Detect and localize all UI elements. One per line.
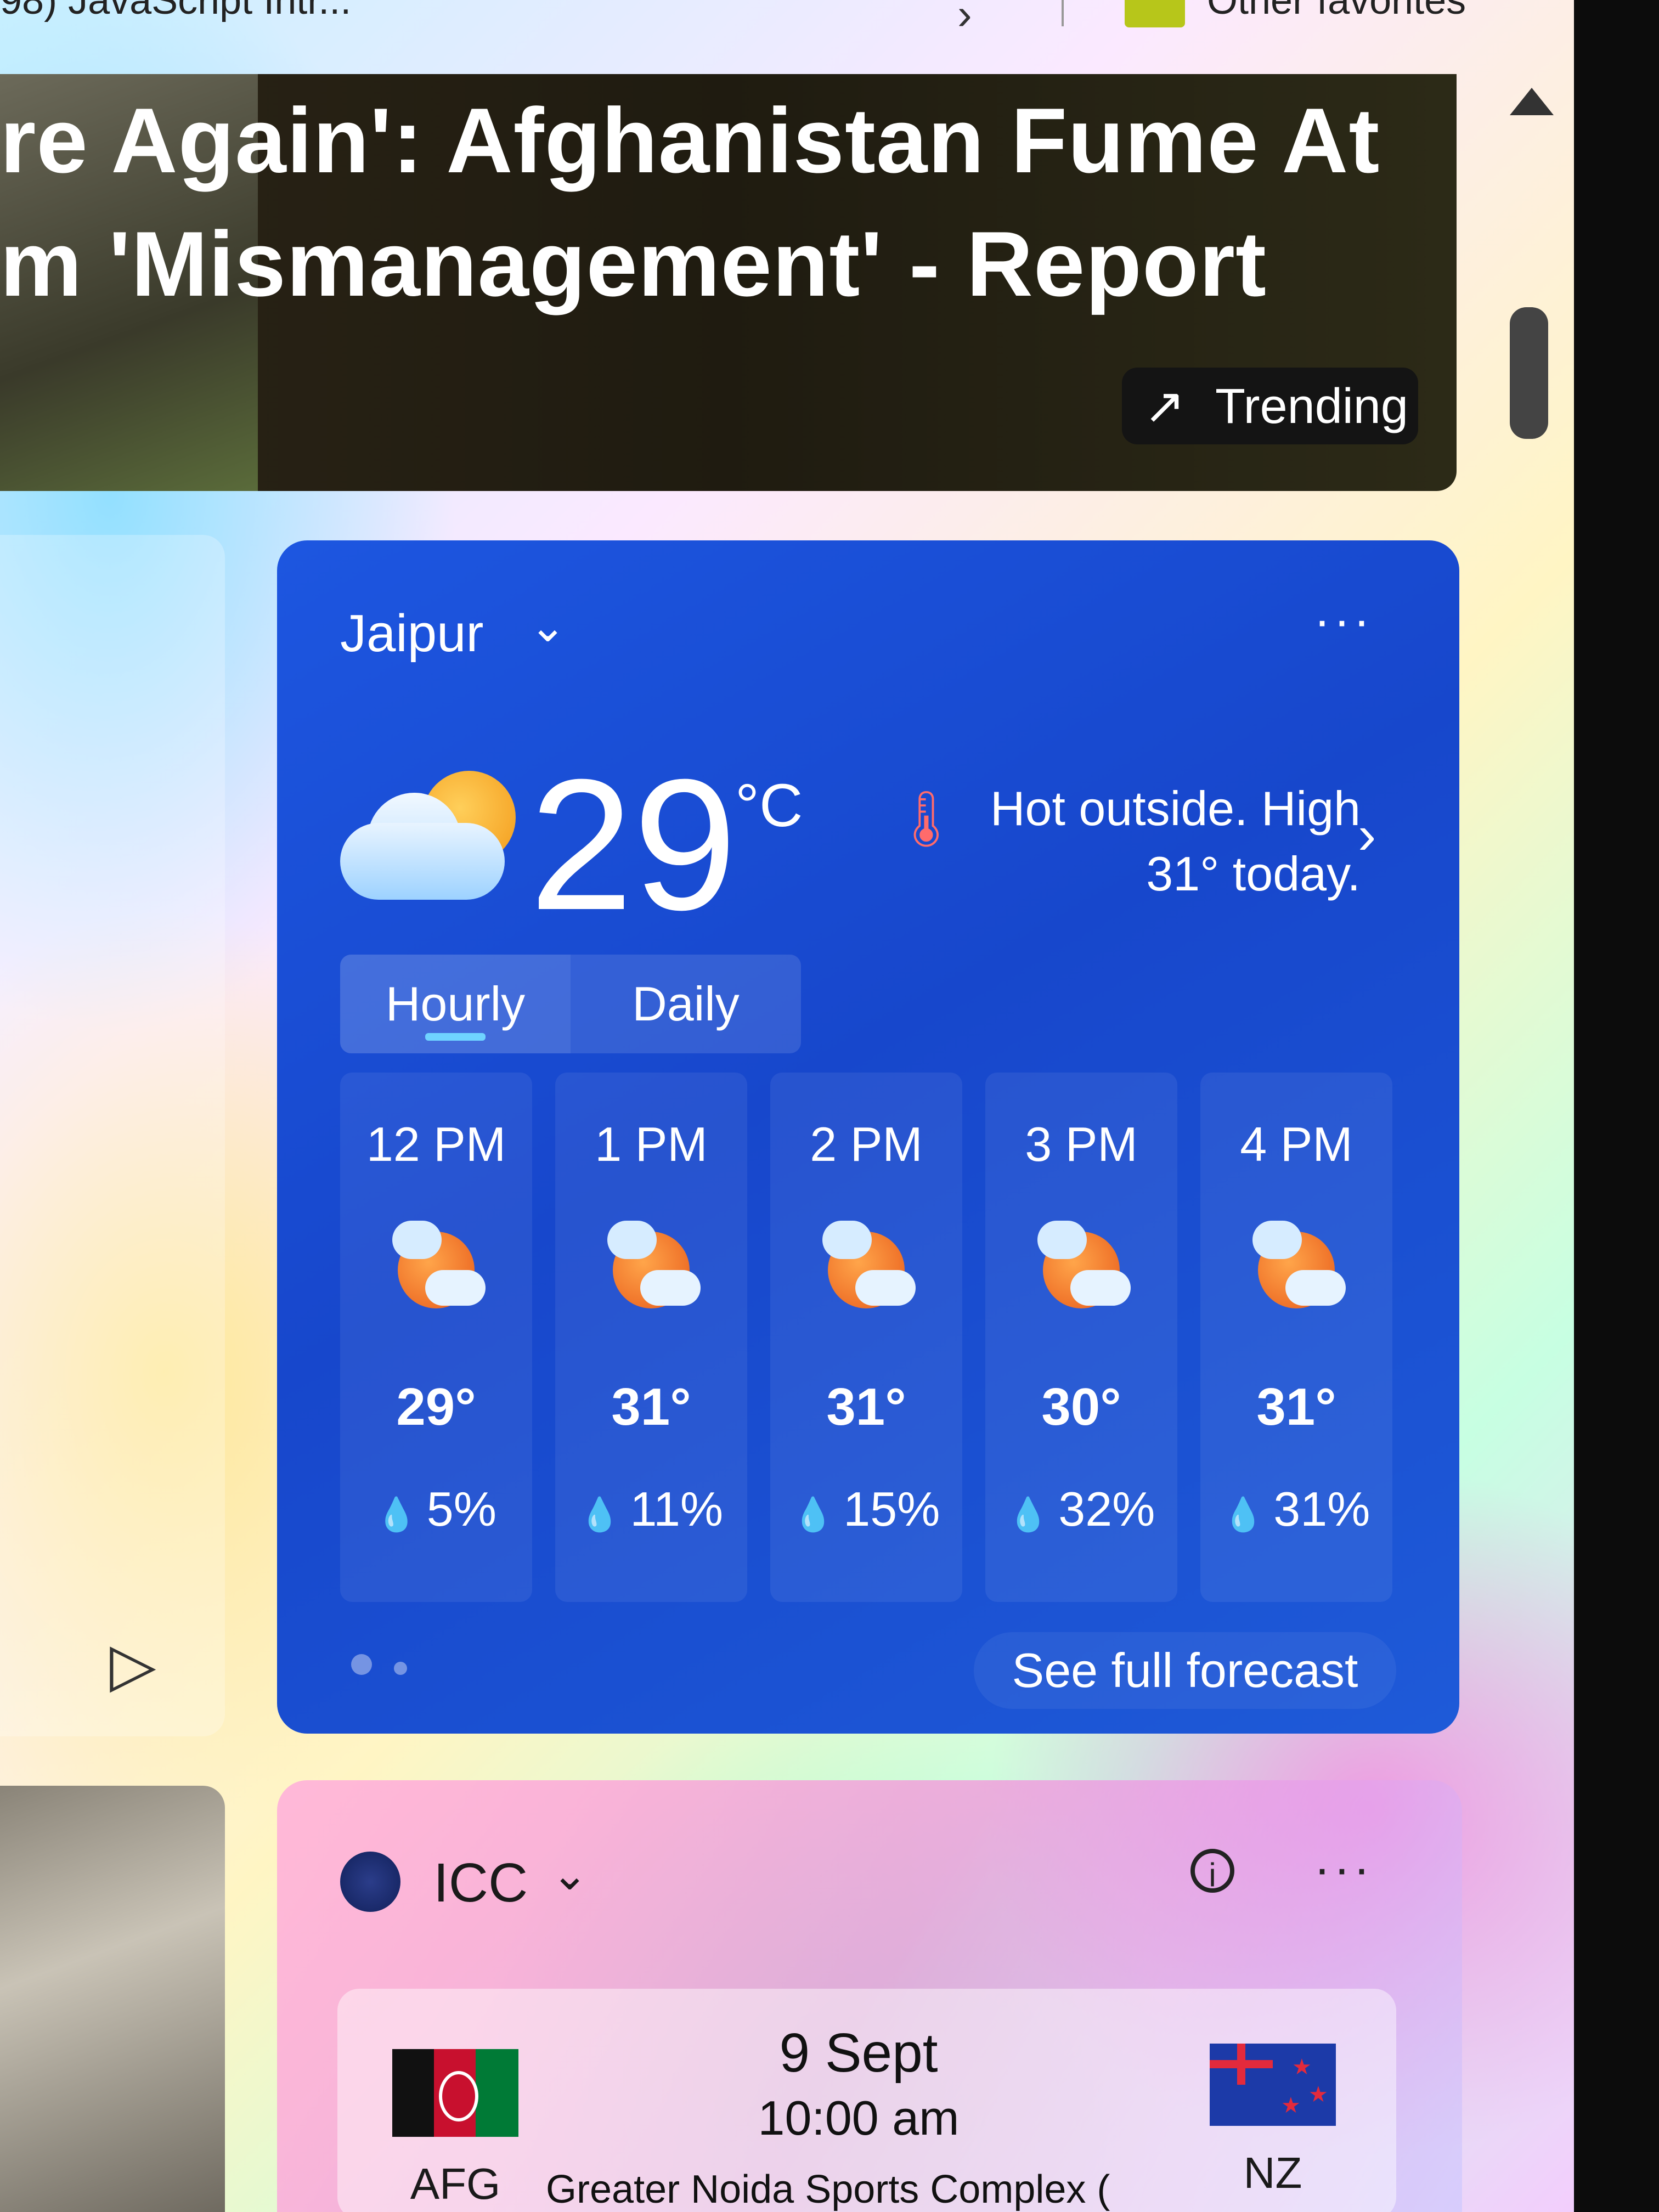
precip-value: 31% bbox=[1273, 1482, 1370, 1536]
team-1-name: AFG bbox=[410, 2159, 501, 2208]
tab-hourly-label: Hourly bbox=[385, 977, 526, 1031]
match-date: 9 Sept bbox=[779, 2022, 938, 2084]
raindrop-icon: 💧 bbox=[1007, 1496, 1049, 1533]
info-icon[interactable]: i bbox=[1190, 1849, 1234, 1893]
hour-time: 12 PM bbox=[366, 1117, 506, 1171]
weather-summary[interactable]: Hot outside. High 31° today. bbox=[944, 776, 1361, 907]
partly-cloudy-icon bbox=[1252, 1221, 1346, 1308]
current-temperature: 29 bbox=[529, 741, 737, 949]
active-tab-indicator bbox=[425, 1033, 486, 1041]
news-image-partial[interactable] bbox=[0, 1786, 225, 2212]
hour-temperature: 31° bbox=[1256, 1378, 1336, 1436]
cricket-card: ICC ⌄ i ··· AFG 9 Sept 10:00 am Greater … bbox=[277, 1780, 1462, 2212]
raindrop-icon: 💧 bbox=[376, 1496, 417, 1533]
raindrop-icon: 💧 bbox=[579, 1496, 620, 1533]
weather-card: Jaipur ⌄ ··· 29 °C 🌡 Hot outside. High 3… bbox=[277, 540, 1459, 1734]
trending-label: Trending bbox=[1215, 379, 1408, 434]
raindrop-icon: 💧 bbox=[1222, 1496, 1264, 1533]
headline-line-1: re Again': Afghanistan Fume At bbox=[0, 89, 1380, 192]
forecast-tabs: Hourly Daily bbox=[340, 955, 801, 1053]
match-venue: Greater Noida Sports Complex ( bbox=[546, 2168, 1110, 2211]
hour-precipitation: 💧 15% bbox=[770, 1481, 962, 1537]
raindrop-icon: 💧 bbox=[792, 1496, 834, 1533]
temperature-unit: °C bbox=[735, 772, 803, 839]
hour-precipitation: 💧 5% bbox=[340, 1481, 532, 1537]
hour-temperature: 31° bbox=[826, 1378, 906, 1436]
match-time: 10:00 am bbox=[758, 2091, 960, 2145]
chevron-down-icon[interactable]: ⌄ bbox=[529, 601, 566, 652]
headline-line-2: m 'Mismanagement' - Report bbox=[0, 212, 1267, 315]
precip-value: 15% bbox=[843, 1482, 940, 1536]
hour-card[interactable]: 12 PM 29° 💧 5% bbox=[340, 1073, 532, 1602]
chevron-right-icon[interactable]: › bbox=[1358, 804, 1376, 867]
scrollbar-thumb[interactable] bbox=[1510, 307, 1548, 439]
pagination-dots[interactable] bbox=[351, 1654, 429, 1678]
precip-value: 11% bbox=[630, 1482, 724, 1536]
hour-precipitation: 💧 31% bbox=[1200, 1481, 1392, 1537]
new-zealand-flag-icon: ★ ★ ★ bbox=[1210, 2044, 1336, 2126]
team-2-name: NZ bbox=[1243, 2148, 1302, 2197]
other-favorites-link[interactable]: Other favorites bbox=[1207, 0, 1466, 23]
trending-up-icon: ↗ bbox=[1144, 379, 1186, 434]
icc-logo-icon bbox=[340, 1852, 400, 1912]
hour-card[interactable]: 2 PM 31° 💧 15% bbox=[770, 1073, 962, 1602]
hour-time: 4 PM bbox=[1240, 1117, 1353, 1171]
divider bbox=[1062, 0, 1064, 26]
match-card[interactable]: AFG 9 Sept 10:00 am Greater Noida Sports… bbox=[337, 1989, 1396, 2212]
headline-card[interactable]: re Again': Afghanistan Fume At m 'Misman… bbox=[0, 74, 1457, 491]
precip-value: 32% bbox=[1058, 1482, 1155, 1536]
play-icon[interactable]: ▷ bbox=[110, 1629, 156, 1700]
partly-cloudy-icon bbox=[822, 1221, 916, 1308]
scroll-up-arrow-icon[interactable] bbox=[1510, 88, 1554, 115]
trending-badge: ↗ Trending bbox=[1122, 368, 1418, 444]
hour-card[interactable]: 4 PM 31° 💧 31% bbox=[1200, 1073, 1392, 1602]
chevron-right-icon[interactable]: › bbox=[957, 0, 972, 40]
hour-temperature: 31° bbox=[611, 1378, 691, 1436]
league-selector[interactable]: ICC bbox=[433, 1852, 528, 1915]
partly-cloudy-icon bbox=[607, 1221, 701, 1308]
partly-cloudy-icon bbox=[340, 771, 527, 913]
hour-temperature: 30° bbox=[1041, 1378, 1121, 1436]
more-options-icon[interactable]: ··· bbox=[1314, 1841, 1373, 1897]
page-dot[interactable] bbox=[394, 1662, 407, 1675]
hour-precipitation: 💧 11% bbox=[555, 1481, 747, 1537]
page-dot-active[interactable] bbox=[351, 1654, 372, 1675]
tab-hourly[interactable]: Hourly bbox=[340, 955, 571, 1053]
afghanistan-flag-icon bbox=[392, 2049, 518, 2137]
hour-time: 3 PM bbox=[1025, 1117, 1138, 1171]
hour-temperature: 29° bbox=[396, 1378, 476, 1436]
news-card-partial[interactable] bbox=[0, 535, 225, 1736]
folder-icon bbox=[1125, 0, 1185, 27]
hour-card[interactable]: 1 PM 31° 💧 11% bbox=[555, 1073, 747, 1602]
partly-cloudy-icon bbox=[1037, 1221, 1131, 1308]
screen-edge bbox=[1574, 0, 1659, 2212]
more-options-icon[interactable]: ··· bbox=[1314, 592, 1373, 649]
chevron-down-icon[interactable]: ⌄ bbox=[551, 1849, 588, 1900]
favorites-bar: 98) JavaScript Intr... › Other favorites bbox=[0, 0, 1575, 60]
favorite-item[interactable]: 98) JavaScript Intr... bbox=[0, 0, 351, 23]
hour-time: 2 PM bbox=[810, 1117, 923, 1171]
hour-precipitation: 💧 32% bbox=[985, 1481, 1177, 1537]
see-full-forecast-button[interactable]: See full forecast bbox=[974, 1632, 1396, 1709]
hour-card[interactable]: 3 PM 30° 💧 32% bbox=[985, 1073, 1177, 1602]
precip-value: 5% bbox=[426, 1482, 496, 1536]
tab-daily[interactable]: Daily bbox=[571, 955, 801, 1053]
city-selector[interactable]: Jaipur bbox=[340, 603, 483, 664]
hour-time: 1 PM bbox=[595, 1117, 708, 1171]
hourly-forecast: 12 PM 29° 💧 5% 1 PM 31° 💧 11% 2 PM 31° 💧 15… bbox=[340, 1073, 1393, 1602]
partly-cloudy-icon bbox=[392, 1221, 486, 1308]
